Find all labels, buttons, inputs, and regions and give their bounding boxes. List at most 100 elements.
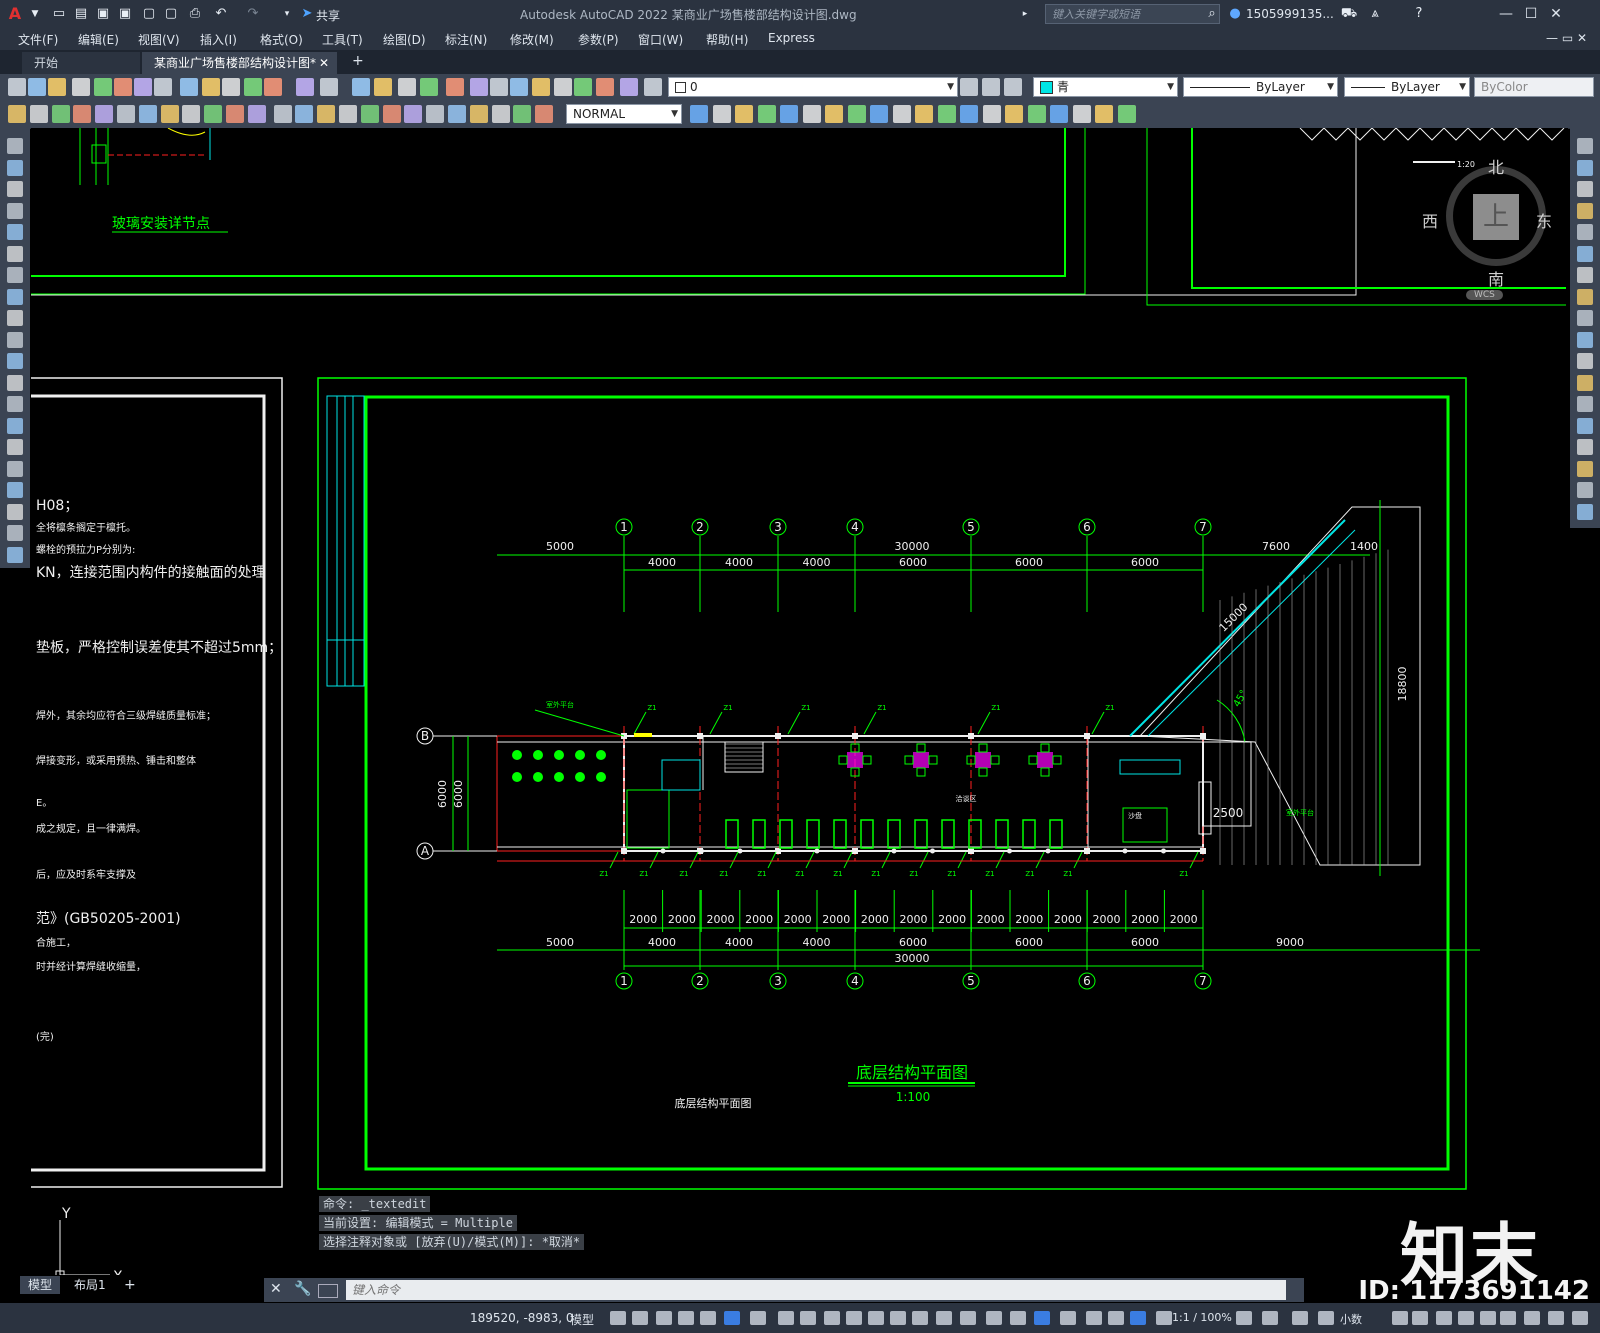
tab-close-icon[interactable]: ✕ [319,52,329,74]
toolbar-tool-icon[interactable] [554,78,572,96]
toolbar-tool-icon[interactable] [154,78,172,96]
modify-side-tool-icon[interactable] [1577,288,1593,305]
dimension-tool-icon[interactable] [469,105,488,123]
toolbar-tool-icon[interactable] [114,78,132,96]
modify-side-tool-icon[interactable] [1577,224,1593,240]
status-toggle-icon[interactable] [868,1311,884,1325]
user-name[interactable]: 1505999135... [1246,7,1334,21]
dimension-tool-icon[interactable] [317,105,336,123]
dimension-tool-icon[interactable] [513,105,532,123]
minimize-icon[interactable]: — [1495,4,1517,24]
autodesk-account-icon[interactable]: ⩓ [1366,5,1384,23]
text-style-dropdown[interactable]: NORMAL ▼ [566,104,682,124]
user-icon[interactable]: ● [1226,5,1244,23]
recent-commands-icon[interactable] [318,1284,338,1298]
dimension-tool-icon[interactable] [226,105,244,123]
share-label[interactable]: 共享 [316,7,340,24]
viewcube[interactable]: 上 北 南 东 西 WCS [1422,154,1566,304]
toolbar-tool-icon[interactable] [94,78,112,96]
status-toggle-icon[interactable] [1480,1311,1496,1325]
drawing-svg[interactable]: 玻璃安装详节点 1:20 H08；全将檩条搁定于檩托。螺栓的预拉力P分别为:KN… [31,128,1568,1275]
status-toggle-icon[interactable] [936,1311,952,1325]
modify-side-tool-icon[interactable] [1577,374,1593,391]
layer-dropdown[interactable]: 0 ▼ [668,77,958,97]
tab-start[interactable]: 开始 [22,52,140,74]
status-toggle-icon[interactable] [632,1311,648,1325]
menu-express[interactable]: Express [768,31,815,45]
draw-tool-icon[interactable] [7,546,23,563]
dimension-tool-icon[interactable] [247,105,266,123]
dimension-tool-icon[interactable] [535,105,554,123]
linetype-dropdown[interactable]: ByLayer ▼ [1183,77,1338,97]
status-toggle-icon[interactable] [700,1311,716,1325]
toolbar-tool-icon[interactable] [398,78,416,96]
draw-tool-icon[interactable] [7,267,23,283]
status-toggle-icon[interactable] [890,1311,906,1325]
modify-tool-icon[interactable] [757,105,776,123]
modify-tool-icon[interactable] [960,105,978,123]
search-icon[interactable]: ⌕ [1203,5,1221,23]
dimension-tool-icon[interactable] [51,105,70,123]
plotstyle-dropdown[interactable]: ByColor [1474,77,1594,97]
status-toggle-icon[interactable] [1318,1311,1334,1325]
modify-side-tool-icon[interactable] [1577,353,1593,369]
status-toggle-icon[interactable] [1436,1311,1452,1325]
dimension-tool-icon[interactable] [382,105,401,123]
modify-side-tool-icon[interactable] [1577,267,1593,283]
toolbar-tool-icon[interactable] [320,78,338,96]
dimension-tool-icon[interactable] [360,105,379,123]
toolbar-tool-icon[interactable] [202,78,220,96]
status-toggle-icon[interactable] [1034,1311,1050,1325]
menu-parametric[interactable]: 参数(P) [578,31,619,48]
dimension-tool-icon[interactable] [182,105,201,123]
wcs-menu[interactable]: WCS [1466,290,1503,300]
search-expand-icon[interactable]: ▸ [1016,5,1034,23]
toolbar-tool-icon[interactable] [420,78,438,96]
dimension-tool-icon[interactable] [95,105,114,123]
toolbar-tool-icon[interactable] [28,78,46,96]
toolbar-tool-icon[interactable] [644,78,662,96]
modify-side-tool-icon[interactable] [1577,310,1593,326]
modify-tool-icon[interactable] [982,105,1001,123]
toolbar-tool-icon[interactable] [470,78,488,96]
modify-tool-icon[interactable] [690,105,708,123]
dimension-tool-icon[interactable] [29,105,48,123]
status-toggle-icon[interactable] [912,1311,928,1325]
draw-tool-icon[interactable] [7,331,23,348]
modify-tool-icon[interactable] [825,105,843,123]
dimension-tool-icon[interactable] [138,105,157,123]
dimension-tool-icon[interactable] [8,105,26,123]
draw-tool-icon[interactable] [7,460,23,477]
modify-tool-icon[interactable] [1072,105,1091,123]
search-input[interactable]: 键入关键字或短语 [1045,4,1220,24]
command-customize-icon[interactable]: 🔧 [294,1281,311,1297]
toolbar-tool-icon[interactable] [596,78,614,96]
undo-icon[interactable]: ↶ [212,5,230,23]
modify-tool-icon[interactable] [712,105,731,123]
draw-tool-icon[interactable] [7,439,23,455]
draw-tool-icon[interactable] [7,396,23,412]
toolbar-tool-icon[interactable] [296,78,314,96]
redo-icon[interactable]: ↷ [244,5,262,23]
status-toggle-icon[interactable] [678,1311,694,1325]
modify-side-tool-icon[interactable] [1577,245,1593,262]
status-toggle-icon[interactable] [656,1311,672,1325]
save-as-icon[interactable]: ▣ [116,5,134,23]
layer-tool-icon[interactable] [1004,78,1022,96]
status-toggle-icon[interactable] [1548,1311,1564,1325]
menu-edit[interactable]: 编辑(E) [78,31,119,48]
draw-tool-icon[interactable] [7,224,23,240]
status-toggle-icon[interactable] [1572,1311,1588,1325]
status-toggle-icon[interactable] [1392,1311,1408,1325]
color-dropdown[interactable]: 青 ▼ [1033,77,1178,97]
toolbar-tool-icon[interactable] [134,78,152,96]
cart-icon[interactable]: ⛟ [1340,5,1358,23]
modify-tool-icon[interactable] [847,105,866,123]
menu-modify[interactable]: 修改(M) [510,31,554,48]
autocad-logo-icon[interactable]: A [6,5,24,23]
status-toggle-icon[interactable] [1130,1311,1146,1325]
menu-dimension[interactable]: 标注(N) [445,31,487,48]
new-file-icon[interactable]: ▭ [50,5,68,23]
menu-insert[interactable]: 插入(I) [200,31,237,48]
modify-side-tool-icon[interactable] [1577,202,1593,219]
